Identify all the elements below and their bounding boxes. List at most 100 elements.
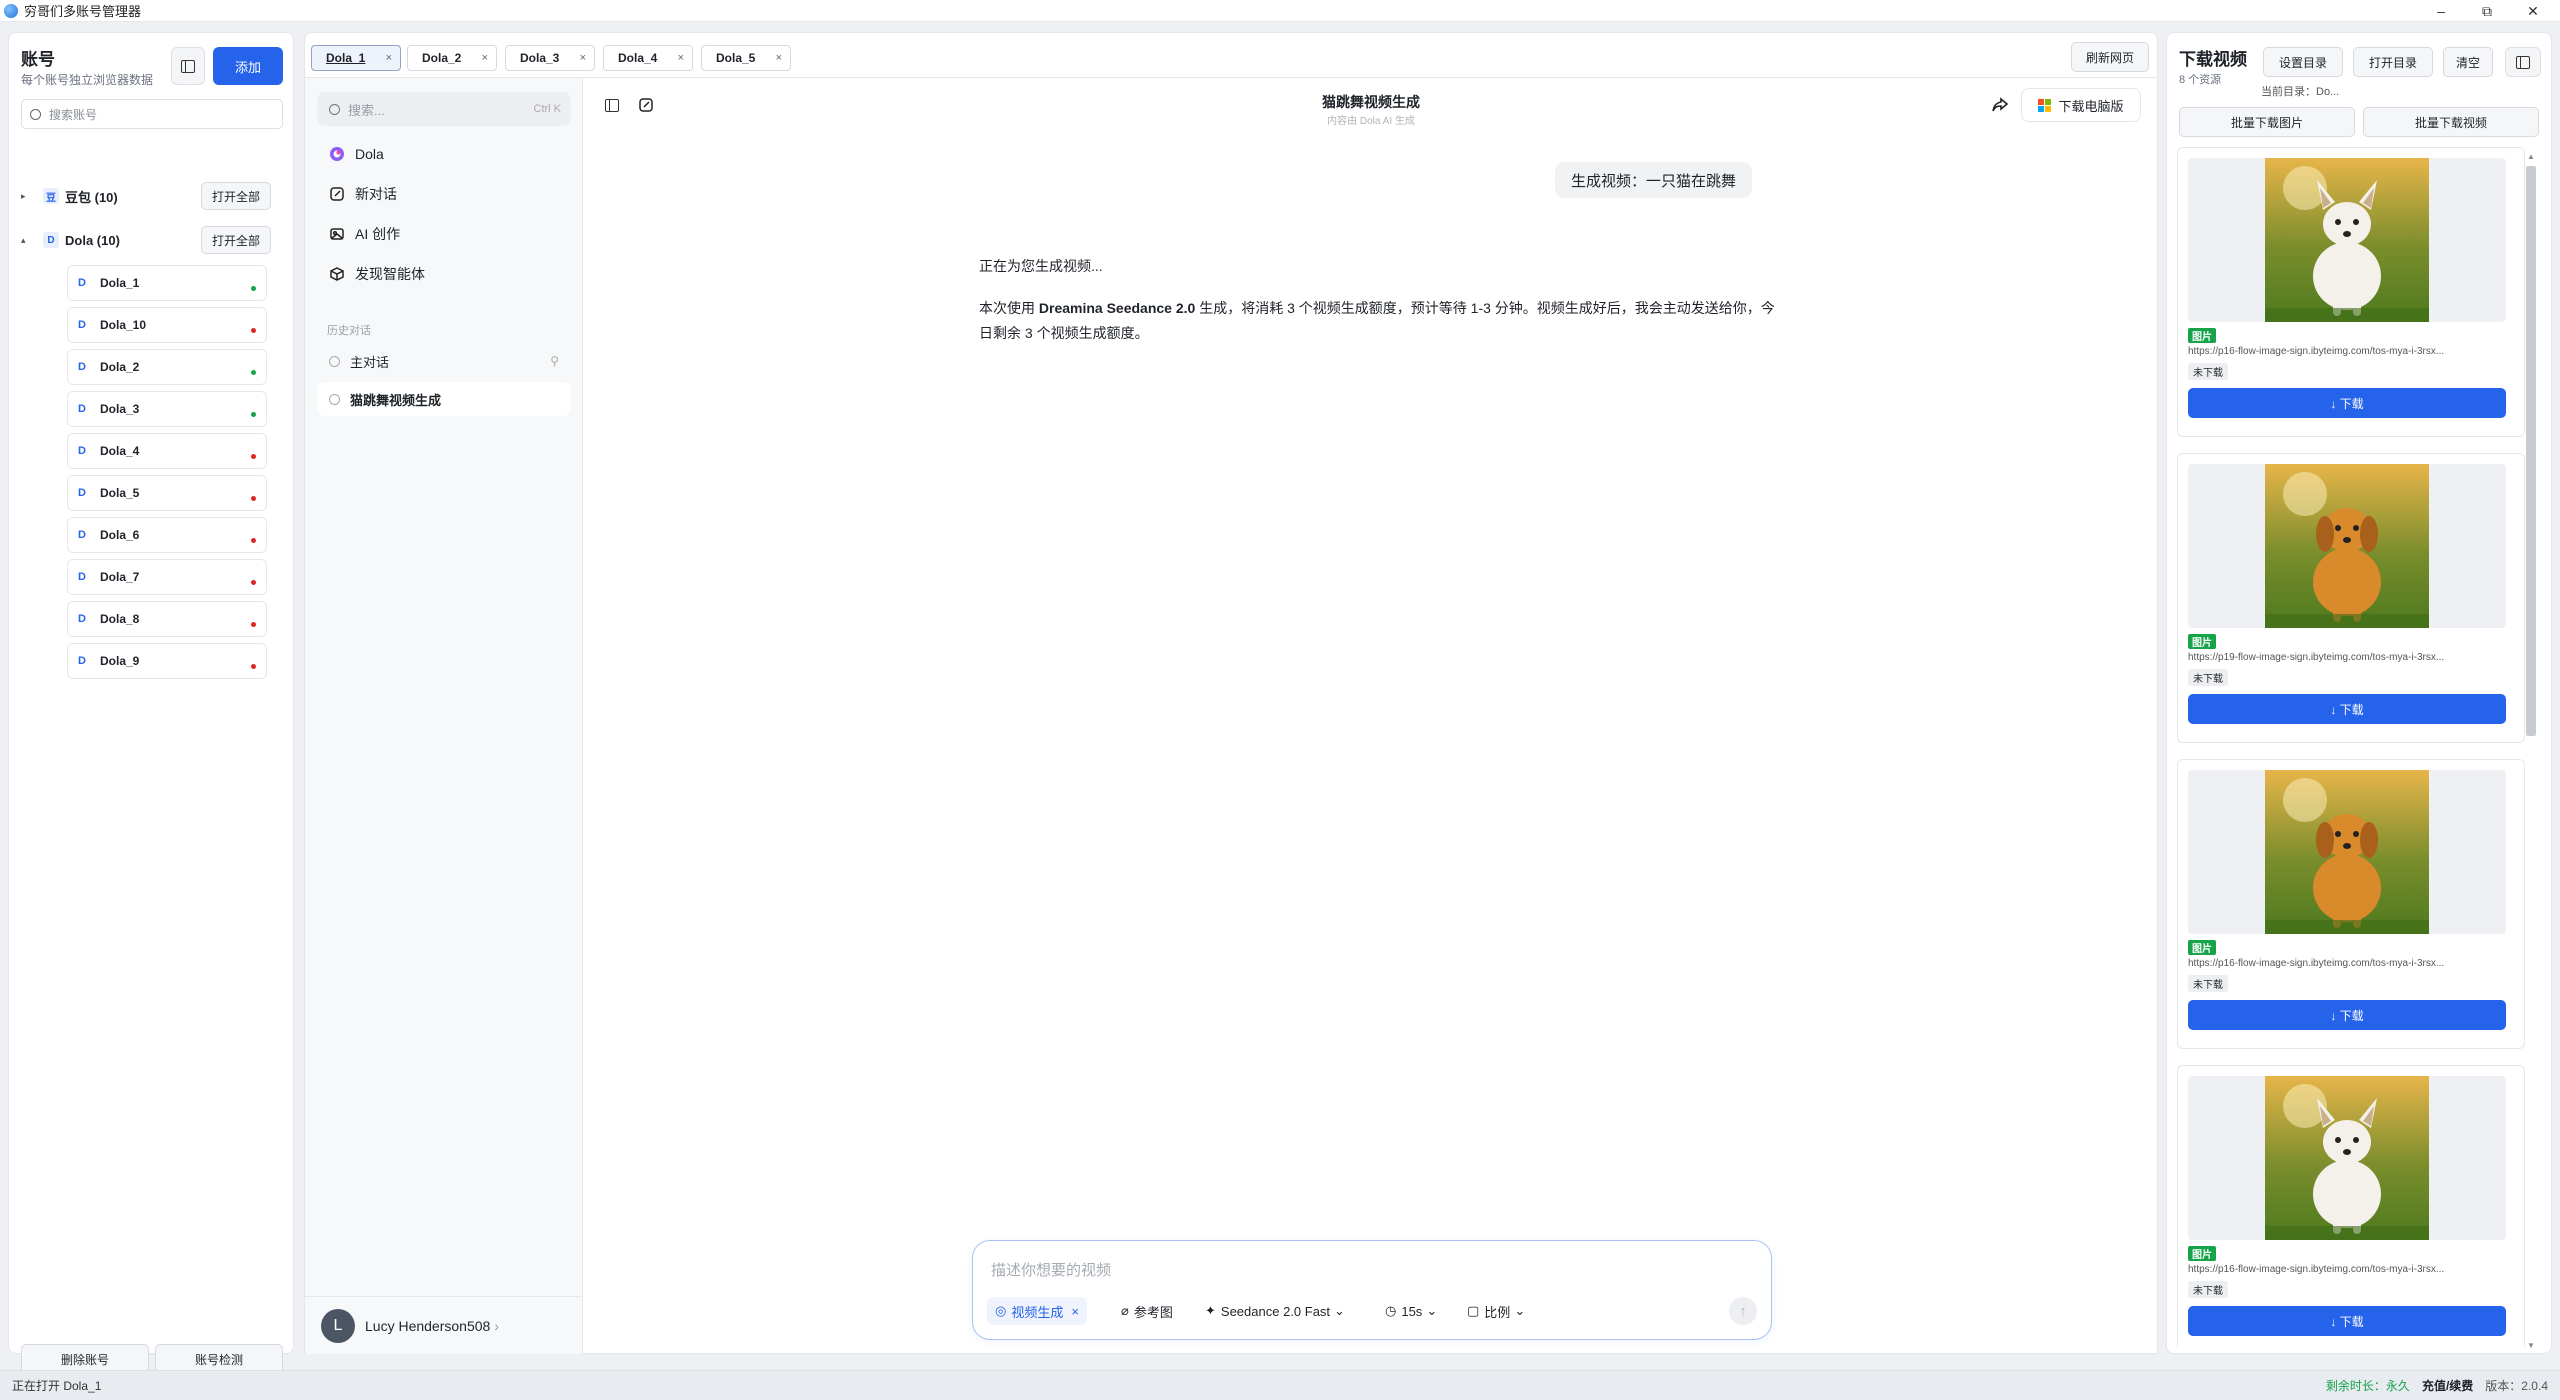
reference-image-chip[interactable]: ⌀ 参考图 [1121, 1297, 1173, 1325]
download-status: 未下载 [2188, 669, 2228, 686]
ratio-select[interactable]: ▢ 比例 ⌄ [1467, 1297, 1525, 1325]
search-shortcut: Ctrl K [533, 103, 562, 115]
download-button[interactable]: ↓ 下载 [2188, 1000, 2506, 1030]
add-account-button[interactable]: 添加 [213, 47, 283, 85]
renew-link[interactable]: 充值/续费 [2422, 1377, 2473, 1394]
caret-down-icon[interactable]: ▴ [21, 235, 33, 246]
close-icon[interactable]: × [678, 52, 684, 64]
account-item[interactable]: D Dola_3 [67, 391, 267, 427]
account-name: Dola_7 [100, 570, 140, 584]
account-badge: D [78, 529, 86, 541]
tab-dola-5[interactable]: Dola_5 × [701, 45, 791, 71]
bot-model-name: Dreamina Seedance 2.0 [1038, 300, 1196, 316]
download-pc-button[interactable]: 下载电脑版 [2021, 88, 2141, 122]
composer[interactable]: 描述你想要的视频 ◎ 视频生成 × ⌀ 参考图 ✦ Seedance 2.0 F… [972, 1240, 1772, 1340]
set-directory-button[interactable]: 设置目录 [2263, 47, 2343, 77]
account-name: Dola_3 [100, 402, 140, 416]
history-item-main[interactable]: 主对话 ⚲ [317, 344, 571, 378]
maximize-button[interactable]: ⧉ [2464, 0, 2510, 22]
download-button[interactable]: ↓ 下载 [2188, 1306, 2506, 1336]
close-icon[interactable]: × [482, 52, 488, 64]
refresh-page-button[interactable]: 刷新网页 [2071, 42, 2149, 72]
image-thumbnail[interactable] [2188, 158, 2506, 322]
license-info: 剩余时长：永久 充值/续费 版本：2.0.4 [2326, 1377, 2548, 1394]
user-profile[interactable]: L Lucy Henderson508 › [305, 1296, 583, 1354]
close-icon[interactable]: × [580, 52, 586, 64]
image-thumbnail[interactable] [2188, 1076, 2506, 1240]
account-item[interactable]: D Dola_5 [67, 475, 267, 511]
history-item-label: 猫跳舞视频生成 [350, 392, 442, 408]
close-icon[interactable]: × [386, 52, 392, 64]
toggle-sidebar-button[interactable] [171, 47, 205, 85]
nav-item-discover-agents[interactable]: 发现智能体 [317, 258, 571, 290]
downloads-scrollbar[interactable]: ▲ ▼ [2524, 152, 2538, 1350]
account-item[interactable]: D Dola_7 [67, 559, 267, 595]
resource-url: https://p16-flow-image-sign.ibyteimg.com… [2188, 1264, 2445, 1275]
account-badge: D [78, 655, 86, 667]
open-all-button-dola[interactable]: 打开全部 [201, 226, 271, 254]
sparkle-icon: ✦ [1205, 1303, 1216, 1318]
close-icon[interactable]: × [1071, 1304, 1079, 1319]
history-item-cat-video[interactable]: 猫跳舞视频生成 [317, 382, 571, 416]
scroll-up-icon[interactable]: ▲ [2527, 152, 2535, 161]
nav-item-ai-create[interactable]: AI 创作 [317, 218, 571, 250]
nav-item-label: Dola [355, 146, 384, 162]
account-item[interactable]: D Dola_1 [67, 265, 267, 301]
close-button[interactable]: ✕ [2510, 0, 2556, 22]
nav-item-dola[interactable]: Dola [317, 138, 571, 170]
tab-dola-2[interactable]: Dola_2 × [407, 45, 497, 71]
collapse-panel-button[interactable] [2505, 47, 2541, 77]
nav-item-label: 发现智能体 [355, 266, 425, 282]
chip-label: 15s [1401, 1303, 1423, 1319]
close-icon[interactable]: × [776, 52, 782, 64]
tab-dola-3[interactable]: Dola_3 × [505, 45, 595, 71]
video-generation-chip[interactable]: ◎ 视频生成 × [987, 1297, 1087, 1325]
chevron-down-icon: ⌄ [1426, 1303, 1438, 1318]
pin-icon[interactable]: ⚲ [550, 354, 559, 368]
image-thumbnail[interactable] [2188, 770, 2506, 934]
nav-item-new-chat[interactable]: 新对话 [317, 178, 571, 210]
download-status: 未下载 [2188, 975, 2228, 992]
batch-download-videos-button[interactable]: 批量下载视频 [2363, 107, 2539, 137]
dola-search-input[interactable]: 搜索... Ctrl K [317, 92, 571, 126]
account-item[interactable]: D Dola_4 [67, 433, 267, 469]
windows-logo-icon [2038, 98, 2052, 112]
history-label: 历史对话 [327, 325, 371, 337]
scroll-down-icon[interactable]: ▼ [2527, 1341, 2535, 1350]
scrollbar-thumb[interactable] [2526, 166, 2536, 736]
account-search-input[interactable]: 搜索账号 [21, 99, 283, 129]
account-badge: D [78, 571, 86, 583]
minimize-button[interactable]: – [2418, 0, 2464, 22]
open-all-button-doubao[interactable]: 打开全部 [201, 182, 271, 210]
tab-dola-4[interactable]: Dola_4 × [603, 45, 693, 71]
status-dot [251, 538, 256, 543]
resource-url: https://p16-flow-image-sign.ibyteimg.com… [2188, 958, 2445, 969]
chevron-down-icon: ⌄ [1334, 1303, 1345, 1318]
model-select[interactable]: ✦ Seedance 2.0 Fast ⌄ [1205, 1297, 1345, 1325]
clear-button[interactable]: 清空 [2443, 47, 2493, 77]
chevron-right-icon: › [494, 1317, 499, 1334]
download-button[interactable]: ↓ 下载 [2188, 694, 2506, 724]
caret-right-icon[interactable]: ▸ [21, 191, 33, 202]
chat-bubble-icon [329, 355, 340, 367]
group-name: Dola (10) [65, 232, 120, 248]
resource-type-badge: 图片 [2188, 940, 2216, 955]
download-button[interactable]: ↓ 下载 [2188, 388, 2506, 418]
duration-select[interactable]: ◷ 15s ⌄ [1385, 1297, 1437, 1325]
resource-type-badge: 图片 [2188, 634, 2216, 649]
composer-input[interactable]: 描述你想要的视频 [991, 1259, 1111, 1280]
batch-download-images-button[interactable]: 批量下载图片 [2179, 107, 2355, 137]
account-item[interactable]: D Dola_8 [67, 601, 267, 637]
account-item[interactable]: D Dola_10 [67, 307, 267, 343]
send-button[interactable]: ↑ [1729, 1297, 1757, 1325]
image-thumbnail[interactable] [2188, 464, 2506, 628]
group-badge: D [43, 232, 59, 248]
share-icon[interactable] [1991, 96, 2009, 119]
account-item[interactable]: D Dola_9 [67, 643, 267, 679]
account-item[interactable]: D Dola_2 [67, 349, 267, 385]
account-item[interactable]: D Dola_6 [67, 517, 267, 553]
account-badge: D [78, 445, 86, 457]
tab-dola-1[interactable]: Dola_1 × [311, 45, 401, 71]
account-name: Dola_9 [100, 654, 140, 668]
open-directory-button[interactable]: 打开目录 [2353, 47, 2433, 77]
